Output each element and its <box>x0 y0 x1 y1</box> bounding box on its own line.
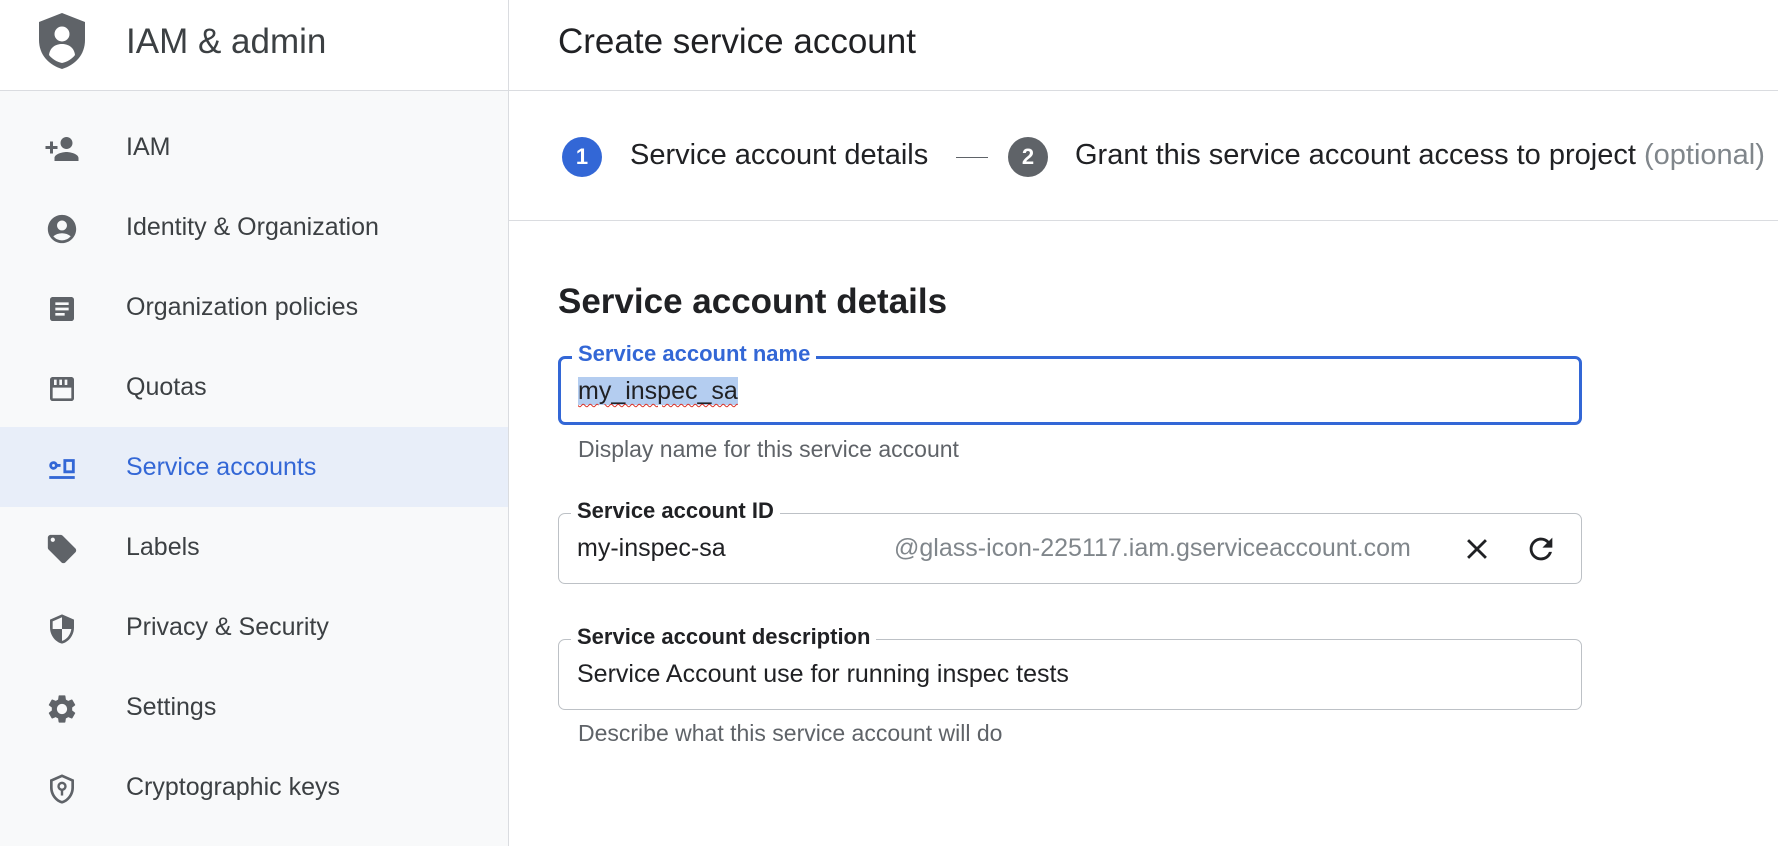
service-account-name-input[interactable]: my_inspec_sa <box>578 377 738 406</box>
step-1-badge[interactable]: 1 <box>562 137 602 177</box>
shield-icon <box>44 611 80 647</box>
service-account-description-field[interactable]: Service account description Service Acco… <box>558 624 1582 710</box>
step-2-optional: (optional) <box>1643 139 1765 171</box>
service-account-description-label: Service account description <box>571 624 877 650</box>
clear-id-button[interactable] <box>1457 529 1497 569</box>
sidebar-header: IAM & admin <box>0 0 508 91</box>
service-account-name-value: my_inspec_sa <box>578 377 738 405</box>
sidebar-item-label: Settings <box>126 692 217 721</box>
gear-icon <box>44 691 80 727</box>
step-2-label[interactable]: Grant this service account access to pro… <box>1075 139 1765 172</box>
page-title: Create service account <box>558 22 916 61</box>
sidebar-item-label: IAM <box>126 132 171 161</box>
main-content: Create service account 1 Service account… <box>509 0 1778 846</box>
sidebar: IAM & admin IAM Identity & Organization … <box>0 0 509 846</box>
sidebar-item-cryptographic-keys[interactable]: Cryptographic keys <box>0 747 508 827</box>
sidebar-item-identity-organization[interactable]: Identity & Organization <box>0 187 508 267</box>
label-tag-icon <box>44 531 80 567</box>
iam-shield-logo-icon <box>39 13 85 69</box>
service-account-id-input[interactable]: my-inspec-sa <box>577 534 726 563</box>
section-title: Service account details <box>558 282 948 321</box>
account-circle-icon <box>44 211 80 247</box>
service-account-id-label: Service account ID <box>571 498 780 524</box>
step-separator <box>956 157 988 158</box>
sidebar-item-organization-policies[interactable]: Organization policies <box>0 267 508 347</box>
person-add-icon <box>44 131 80 167</box>
service-account-description-input[interactable]: Service Account use for running inspec t… <box>577 660 1069 689</box>
key-shield-icon <box>44 771 80 807</box>
policy-document-icon <box>44 291 80 327</box>
sidebar-item-quotas[interactable]: Quotas <box>0 347 508 427</box>
sidebar-item-labels[interactable]: Labels <box>0 507 508 587</box>
refresh-icon <box>1529 537 1553 561</box>
service-account-name-field[interactable]: Service account name my_inspec_sa <box>558 341 1582 425</box>
sidebar-nav: IAM Identity & Organization Organization… <box>0 107 508 827</box>
step-2-badge[interactable]: 2 <box>1008 137 1048 177</box>
product-title: IAM & admin <box>126 22 327 61</box>
sidebar-item-iam[interactable]: IAM <box>0 107 508 187</box>
page-header: Create service account <box>509 0 1778 91</box>
close-icon <box>1467 539 1487 559</box>
sidebar-item-label: Service accounts <box>126 452 317 481</box>
sidebar-item-service-accounts[interactable]: Service accounts <box>0 427 508 507</box>
sidebar-item-label: Privacy & Security <box>126 612 329 641</box>
service-account-description-helper: Describe what this service account will … <box>578 720 1003 746</box>
sidebar-item-label: Identity & Organization <box>126 212 379 241</box>
service-account-id-field[interactable]: Service account ID my-inspec-sa @glass-i… <box>558 498 1582 584</box>
sidebar-item-privacy-security[interactable]: Privacy & Security <box>0 587 508 667</box>
stepper: 1 Service account details 2 Grant this s… <box>509 91 1778 221</box>
regenerate-id-button[interactable] <box>1521 529 1561 569</box>
service-account-name-label: Service account name <box>572 341 817 367</box>
service-account-icon <box>44 451 80 487</box>
service-account-name-helper: Display name for this service account <box>578 436 959 462</box>
quota-icon <box>44 371 80 407</box>
step-1-label[interactable]: Service account details <box>630 139 928 172</box>
sidebar-item-label: Cryptographic keys <box>126 772 340 801</box>
sidebar-item-label: Labels <box>126 532 200 561</box>
step-2-title: Grant this service account access to pro… <box>1075 139 1636 171</box>
sidebar-item-label: Quotas <box>126 372 207 401</box>
sidebar-item-settings[interactable]: Settings <box>0 667 508 747</box>
sidebar-item-label: Organization policies <box>126 292 359 321</box>
service-account-id-suffix: @glass-icon-225117.iam.gserviceaccount.c… <box>894 534 1411 562</box>
